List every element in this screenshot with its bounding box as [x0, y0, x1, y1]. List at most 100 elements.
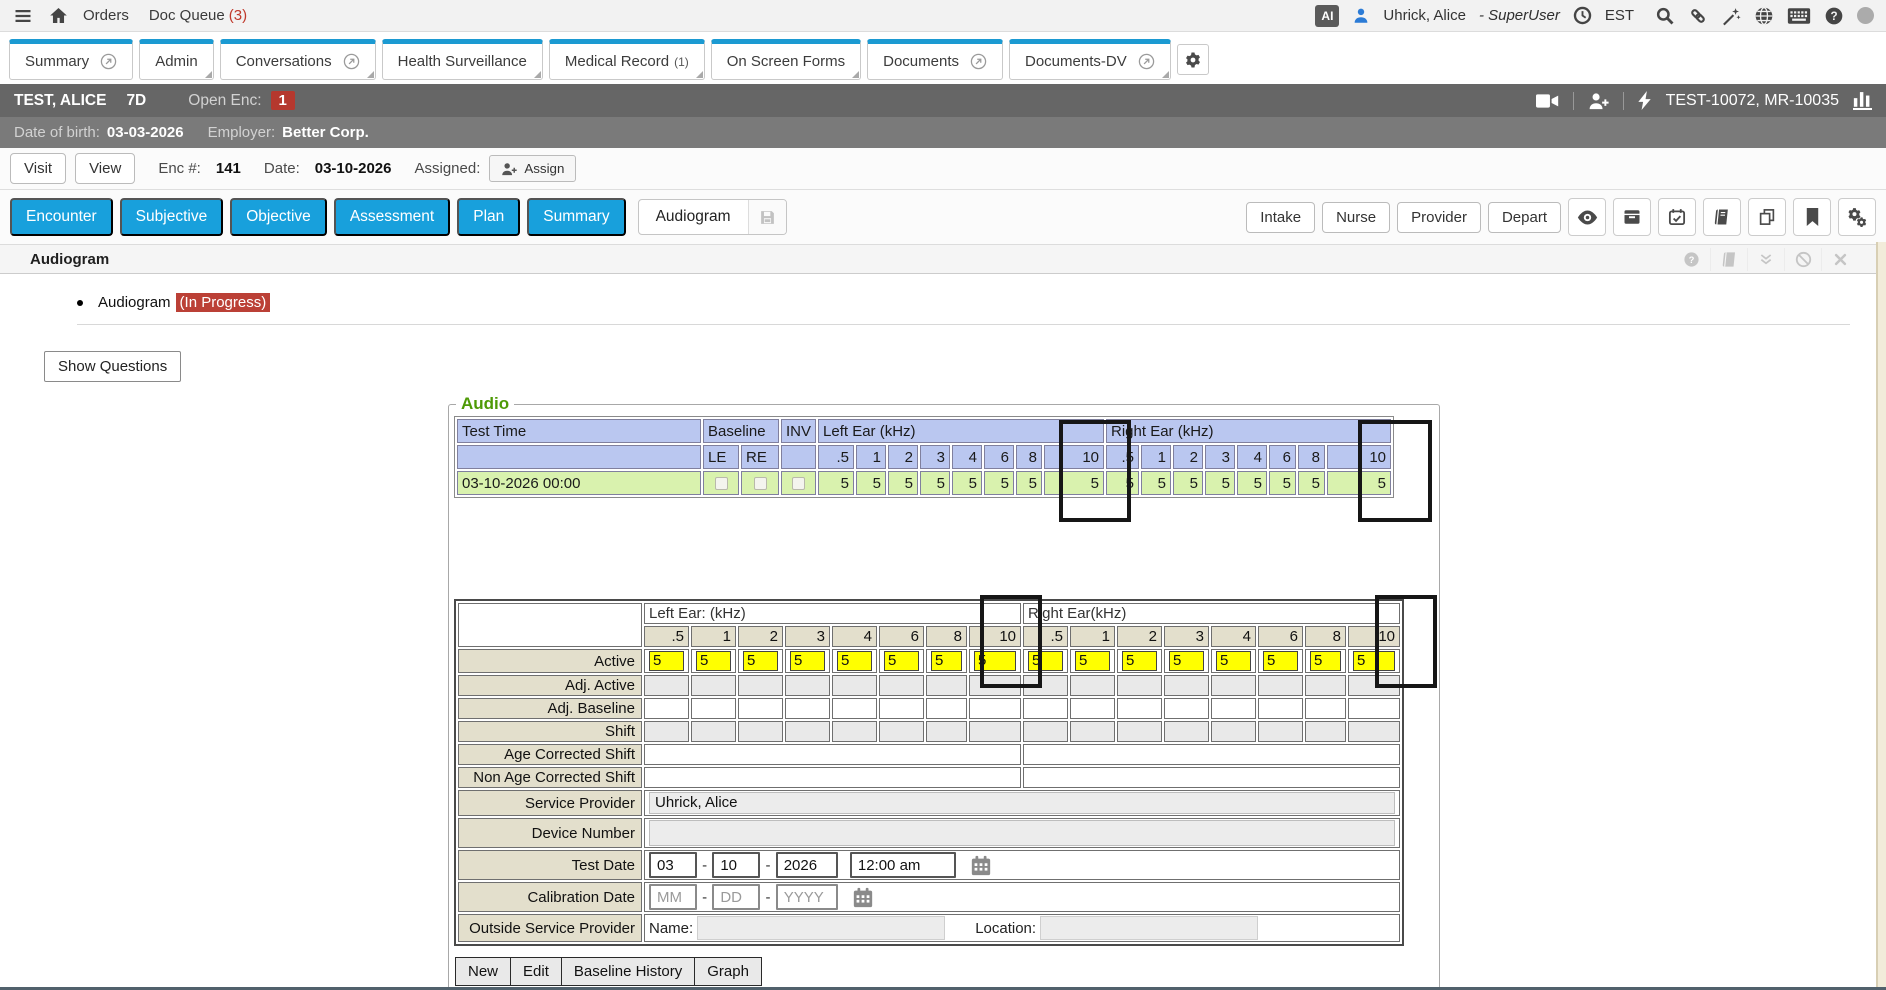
- calibration-day-input[interactable]: [712, 884, 760, 910]
- preview-button[interactable]: [1568, 198, 1606, 236]
- bar-chart-icon[interactable]: [1853, 91, 1872, 110]
- active-input[interactable]: 5: [743, 651, 778, 671]
- video-call-icon[interactable]: [1536, 93, 1559, 109]
- collapse-chevrons-icon[interactable]: [1747, 248, 1784, 271]
- audiogram-status-item[interactable]: Audiogram (In Progress): [77, 289, 1850, 325]
- freq-header: 6: [984, 445, 1014, 469]
- active-input[interactable]: 5: [696, 651, 731, 671]
- add-user-icon[interactable]: [1588, 92, 1609, 110]
- section-help-icon[interactable]: ?: [1673, 248, 1710, 271]
- nav-plan-button[interactable]: Plan: [457, 198, 520, 236]
- user-name[interactable]: Uhrick, Alice: [1383, 7, 1466, 24]
- ai-badge[interactable]: AI: [1315, 5, 1339, 27]
- active-input[interactable]: 5: [1310, 651, 1341, 671]
- summary-data-row[interactable]: 03-10-2026 00:00 5 5 5 5 5 5 5 5 5 5 5 5: [457, 471, 1391, 495]
- tab-summary[interactable]: Summary: [9, 39, 133, 80]
- bookmark-button[interactable]: [1793, 198, 1831, 236]
- device-number-value[interactable]: [649, 820, 1395, 846]
- active-form-tab-audiogram[interactable]: Audiogram: [638, 199, 787, 235]
- nurse-button[interactable]: Nurse: [1322, 202, 1390, 233]
- nav-summary-button[interactable]: Summary: [527, 198, 625, 236]
- active-input[interactable]: 5: [884, 651, 919, 671]
- tab-medical-record[interactable]: Medical Record (1): [549, 39, 705, 80]
- hamburger-menu-icon[interactable]: [12, 7, 34, 25]
- active-input[interactable]: 5: [790, 651, 825, 671]
- tab-documents[interactable]: Documents: [867, 39, 1003, 80]
- popout-icon[interactable]: [343, 53, 360, 70]
- active-input[interactable]: 5: [1216, 651, 1251, 671]
- new-button[interactable]: New: [455, 957, 511, 986]
- quick-action-bolt-icon[interactable]: [1638, 91, 1652, 110]
- section-book-icon[interactable]: [1710, 248, 1747, 271]
- right-value: 5: [1237, 471, 1267, 495]
- calibration-month-input[interactable]: [649, 884, 697, 910]
- calendar-icon[interactable]: [970, 855, 992, 877]
- link-icon[interactable]: [1688, 6, 1708, 26]
- nav-objective-button[interactable]: Objective: [230, 198, 327, 236]
- archive-button[interactable]: [1613, 198, 1651, 236]
- disable-icon[interactable]: [1784, 248, 1821, 271]
- active-input[interactable]: 5: [931, 651, 962, 671]
- tab-health-surveillance[interactable]: Health Surveillance: [382, 39, 543, 80]
- edit-button[interactable]: Edit: [510, 957, 562, 986]
- active-input[interactable]: 5: [649, 651, 684, 671]
- view-button[interactable]: View: [75, 153, 135, 184]
- globe-icon[interactable]: [1754, 6, 1774, 26]
- save-icon[interactable]: [748, 200, 786, 234]
- tab-admin[interactable]: Admin: [139, 39, 214, 80]
- tab-settings-button[interactable]: [1177, 44, 1209, 75]
- assign-button[interactable]: Assign: [489, 155, 576, 182]
- baseline-history-button[interactable]: Baseline History: [561, 957, 695, 986]
- baseline-re-checkbox[interactable]: [754, 477, 767, 490]
- topnav-orders[interactable]: Orders: [83, 7, 129, 24]
- graph-button[interactable]: Graph: [694, 957, 762, 986]
- open-enc-badge[interactable]: 1: [271, 91, 295, 110]
- popout-icon[interactable]: [100, 53, 117, 70]
- test-time-input[interactable]: [850, 852, 956, 878]
- calendar-icon[interactable]: [852, 887, 874, 909]
- copy-forward-button[interactable]: [1748, 198, 1786, 236]
- active-input[interactable]: 5: [1122, 651, 1157, 671]
- wand-icon[interactable]: [1721, 6, 1741, 26]
- popout-icon[interactable]: [970, 53, 987, 70]
- visit-button[interactable]: Visit: [10, 153, 66, 184]
- active-input[interactable]: 5: [1169, 651, 1204, 671]
- active-input[interactable]: 5: [1263, 651, 1298, 671]
- search-icon[interactable]: [1655, 6, 1675, 26]
- active-input[interactable]: 5: [1075, 651, 1110, 671]
- nav-assessment-button[interactable]: Assessment: [334, 198, 450, 236]
- active-input[interactable]: 5: [1353, 651, 1395, 671]
- keyboard-icon[interactable]: [1787, 7, 1811, 25]
- inv-checkbox[interactable]: [792, 477, 805, 490]
- active-input[interactable]: 5: [1028, 651, 1063, 671]
- show-questions-button[interactable]: Show Questions: [44, 351, 181, 382]
- tab-on-screen-forms[interactable]: On Screen Forms: [711, 39, 861, 80]
- schedule-button[interactable]: [1658, 198, 1696, 236]
- osp-name-input[interactable]: [697, 916, 945, 940]
- audiogram-link[interactable]: Audiogram: [98, 294, 171, 311]
- test-date-year-input[interactable]: [776, 852, 838, 878]
- intake-button[interactable]: Intake: [1246, 202, 1315, 233]
- status-dot-icon[interactable]: [1857, 7, 1874, 24]
- help-icon[interactable]: ?: [1824, 6, 1844, 26]
- topnav-doc-queue[interactable]: Doc Queue(3): [149, 7, 247, 24]
- settings-button[interactable]: [1838, 198, 1876, 236]
- chart-book-button[interactable]: [1703, 198, 1741, 236]
- active-input[interactable]: 5: [837, 651, 872, 671]
- provider-button[interactable]: Provider: [1397, 202, 1481, 233]
- osp-location-input[interactable]: [1040, 916, 1258, 940]
- calibration-year-input[interactable]: [776, 884, 838, 910]
- baseline-le-checkbox[interactable]: [715, 477, 728, 490]
- close-icon[interactable]: [1821, 248, 1858, 271]
- test-time-value[interactable]: 03-10-2026 00:00: [457, 471, 701, 495]
- test-date-day-input[interactable]: [712, 852, 760, 878]
- active-input[interactable]: 5: [974, 651, 1016, 671]
- tab-documents-dv[interactable]: Documents-DV: [1009, 39, 1171, 80]
- home-icon[interactable]: [48, 6, 69, 25]
- nav-encounter-button[interactable]: Encounter: [10, 198, 113, 236]
- depart-button[interactable]: Depart: [1488, 202, 1561, 233]
- test-date-month-input[interactable]: [649, 852, 697, 878]
- popout-icon[interactable]: [1138, 53, 1155, 70]
- tab-conversations[interactable]: Conversations: [220, 39, 376, 80]
- nav-subjective-button[interactable]: Subjective: [120, 198, 224, 236]
